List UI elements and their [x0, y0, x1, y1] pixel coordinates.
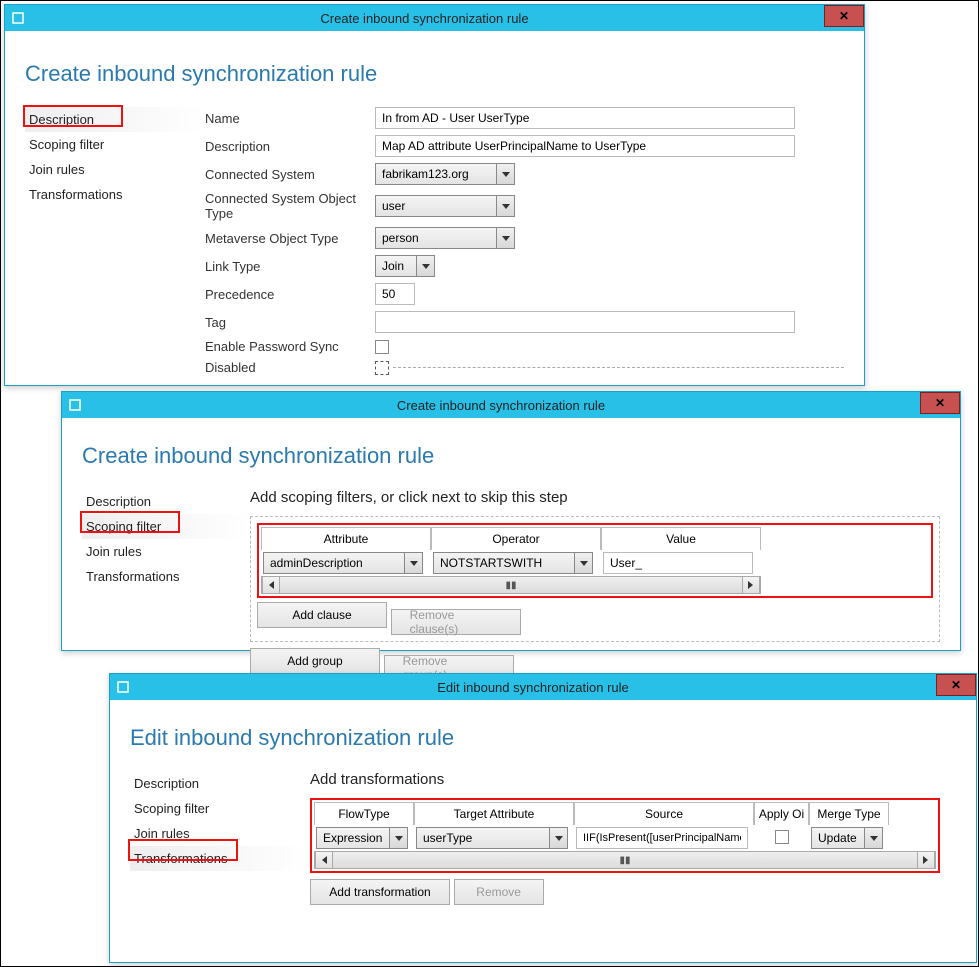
- input-tag[interactable]: [375, 311, 795, 333]
- checkbox-password-sync[interactable]: [375, 340, 389, 354]
- chevron-down-icon: [404, 553, 422, 573]
- combo-flowtype[interactable]: Expression: [316, 827, 408, 849]
- sidebar-item-join-rules[interactable]: Join rules: [82, 539, 250, 564]
- page-heading: Create inbound synchronization rule: [82, 443, 940, 469]
- label-description: Description: [205, 139, 375, 154]
- col-attribute: Attribute: [261, 527, 431, 550]
- chevron-down-icon: [864, 828, 882, 848]
- horizontal-scrollbar[interactable]: ▮▮: [314, 851, 936, 869]
- scroll-right-icon[interactable]: [917, 852, 935, 868]
- horizontal-scrollbar[interactable]: ▮▮: [261, 576, 761, 594]
- page-heading: Create inbound synchronization rule: [25, 61, 844, 87]
- label-name: Name: [205, 111, 375, 126]
- input-source[interactable]: [576, 827, 748, 849]
- sidebar-item-join-rules[interactable]: Join rules: [25, 157, 205, 182]
- chevron-down-icon: [574, 553, 592, 573]
- section-subhead: Add transformations: [310, 771, 956, 788]
- label-cs-object-type: Connected System Object Type: [205, 191, 375, 221]
- window-title: Edit inbound synchronization rule: [130, 680, 936, 695]
- chevron-down-icon: [389, 828, 407, 848]
- remove-clause-button[interactable]: Remove clause(s): [391, 609, 521, 635]
- label-precedence: Precedence: [205, 287, 375, 302]
- checkbox-disabled[interactable]: [375, 361, 389, 375]
- chevron-down-icon: [496, 228, 514, 248]
- col-operator: Operator: [431, 527, 601, 550]
- chevron-down-icon: [496, 164, 514, 184]
- close-icon: ✕: [839, 9, 849, 23]
- sidebar-item-scoping-filter[interactable]: Scoping filter: [130, 796, 310, 821]
- combo-merge-type[interactable]: Update: [811, 827, 883, 849]
- add-transformation-button[interactable]: Add transformation: [310, 879, 450, 905]
- col-target: Target Attribute: [414, 802, 574, 825]
- combo-link-type[interactable]: Join: [375, 255, 435, 277]
- sidebar-item-description[interactable]: Description: [130, 771, 310, 796]
- wizard-sidebar: Description Scoping filter Join rules Tr…: [82, 489, 250, 681]
- combo-target-attribute[interactable]: userType: [416, 827, 568, 849]
- label-connected-system: Connected System: [205, 167, 375, 182]
- sidebar-item-join-rules[interactable]: Join rules: [130, 821, 310, 846]
- label-disabled: Disabled: [205, 360, 375, 375]
- combo-attribute[interactable]: adminDescription: [263, 552, 423, 574]
- label-enable-password-sync: Enable Password Sync: [205, 339, 375, 354]
- section-subhead: Add scoping filters, or click next to sk…: [250, 489, 940, 506]
- sidebar-item-description[interactable]: Description: [25, 107, 205, 132]
- chevron-down-icon: [416, 256, 434, 276]
- sidebar-item-transformations[interactable]: Transformations: [130, 846, 310, 871]
- checkbox-apply-once[interactable]: [775, 830, 789, 844]
- page-heading: Edit inbound synchronization rule: [130, 725, 956, 751]
- titlebar[interactable]: Edit inbound synchronization rule ✕: [110, 674, 976, 700]
- wizard-sidebar: Description Scoping filter Join rules Tr…: [25, 107, 205, 381]
- window-title: Create inbound synchronization rule: [25, 11, 824, 26]
- app-icon: [11, 11, 25, 25]
- window-edit-rule-transformations: Edit inbound synchronization rule ✕ Edit…: [109, 673, 977, 963]
- scroll-left-icon[interactable]: [315, 852, 333, 868]
- input-name[interactable]: [375, 107, 795, 129]
- sidebar-item-scoping-filter[interactable]: Scoping filter: [25, 132, 205, 157]
- close-button[interactable]: ✕: [824, 5, 864, 27]
- combo-cs-object-type[interactable]: user: [375, 195, 515, 217]
- col-merge-type: Merge Type: [809, 802, 889, 825]
- close-icon: ✕: [935, 396, 945, 410]
- wizard-sidebar: Description Scoping filter Join rules Tr…: [130, 771, 310, 905]
- sidebar-item-description[interactable]: Description: [82, 489, 250, 514]
- app-icon: [68, 398, 82, 412]
- label-tag: Tag: [205, 315, 375, 330]
- sidebar-item-transformations[interactable]: Transformations: [82, 564, 250, 589]
- col-value: Value: [601, 527, 761, 550]
- chevron-down-icon: [496, 196, 514, 216]
- chevron-down-icon: [549, 828, 567, 848]
- close-button[interactable]: ✕: [920, 392, 960, 414]
- combo-mv-object-type[interactable]: person: [375, 227, 515, 249]
- sidebar-item-transformations[interactable]: Transformations: [25, 182, 205, 207]
- input-value[interactable]: [603, 552, 753, 574]
- input-precedence[interactable]: [375, 283, 415, 305]
- close-button[interactable]: ✕: [936, 674, 976, 696]
- remove-button[interactable]: Remove: [454, 879, 544, 905]
- combo-connected-system[interactable]: fabrikam123.org: [375, 163, 515, 185]
- combo-operator[interactable]: NOTSTARTSWITH: [433, 552, 593, 574]
- sidebar-item-scoping-filter[interactable]: Scoping filter: [82, 514, 250, 539]
- col-apply-once: Apply Oi: [754, 802, 809, 825]
- window-create-rule-scoping: Create inbound synchronization rule ✕ Cr…: [61, 391, 961, 651]
- input-description[interactable]: [375, 135, 795, 157]
- add-group-button[interactable]: Add group: [250, 648, 380, 674]
- app-icon: [116, 680, 130, 694]
- window-title: Create inbound synchronization rule: [82, 398, 920, 413]
- add-clause-button[interactable]: Add clause: [257, 602, 387, 628]
- col-source: Source: [574, 802, 754, 825]
- label-link-type: Link Type: [205, 259, 375, 274]
- scroll-right-icon[interactable]: [742, 577, 760, 593]
- titlebar[interactable]: Create inbound synchronization rule ✕: [5, 5, 864, 31]
- label-mv-object-type: Metaverse Object Type: [205, 231, 375, 246]
- close-icon: ✕: [951, 678, 961, 692]
- col-flowtype: FlowType: [314, 802, 414, 825]
- titlebar[interactable]: Create inbound synchronization rule ✕: [62, 392, 960, 418]
- window-create-rule-description: Create inbound synchronization rule ✕ Cr…: [4, 4, 865, 386]
- scroll-left-icon[interactable]: [262, 577, 280, 593]
